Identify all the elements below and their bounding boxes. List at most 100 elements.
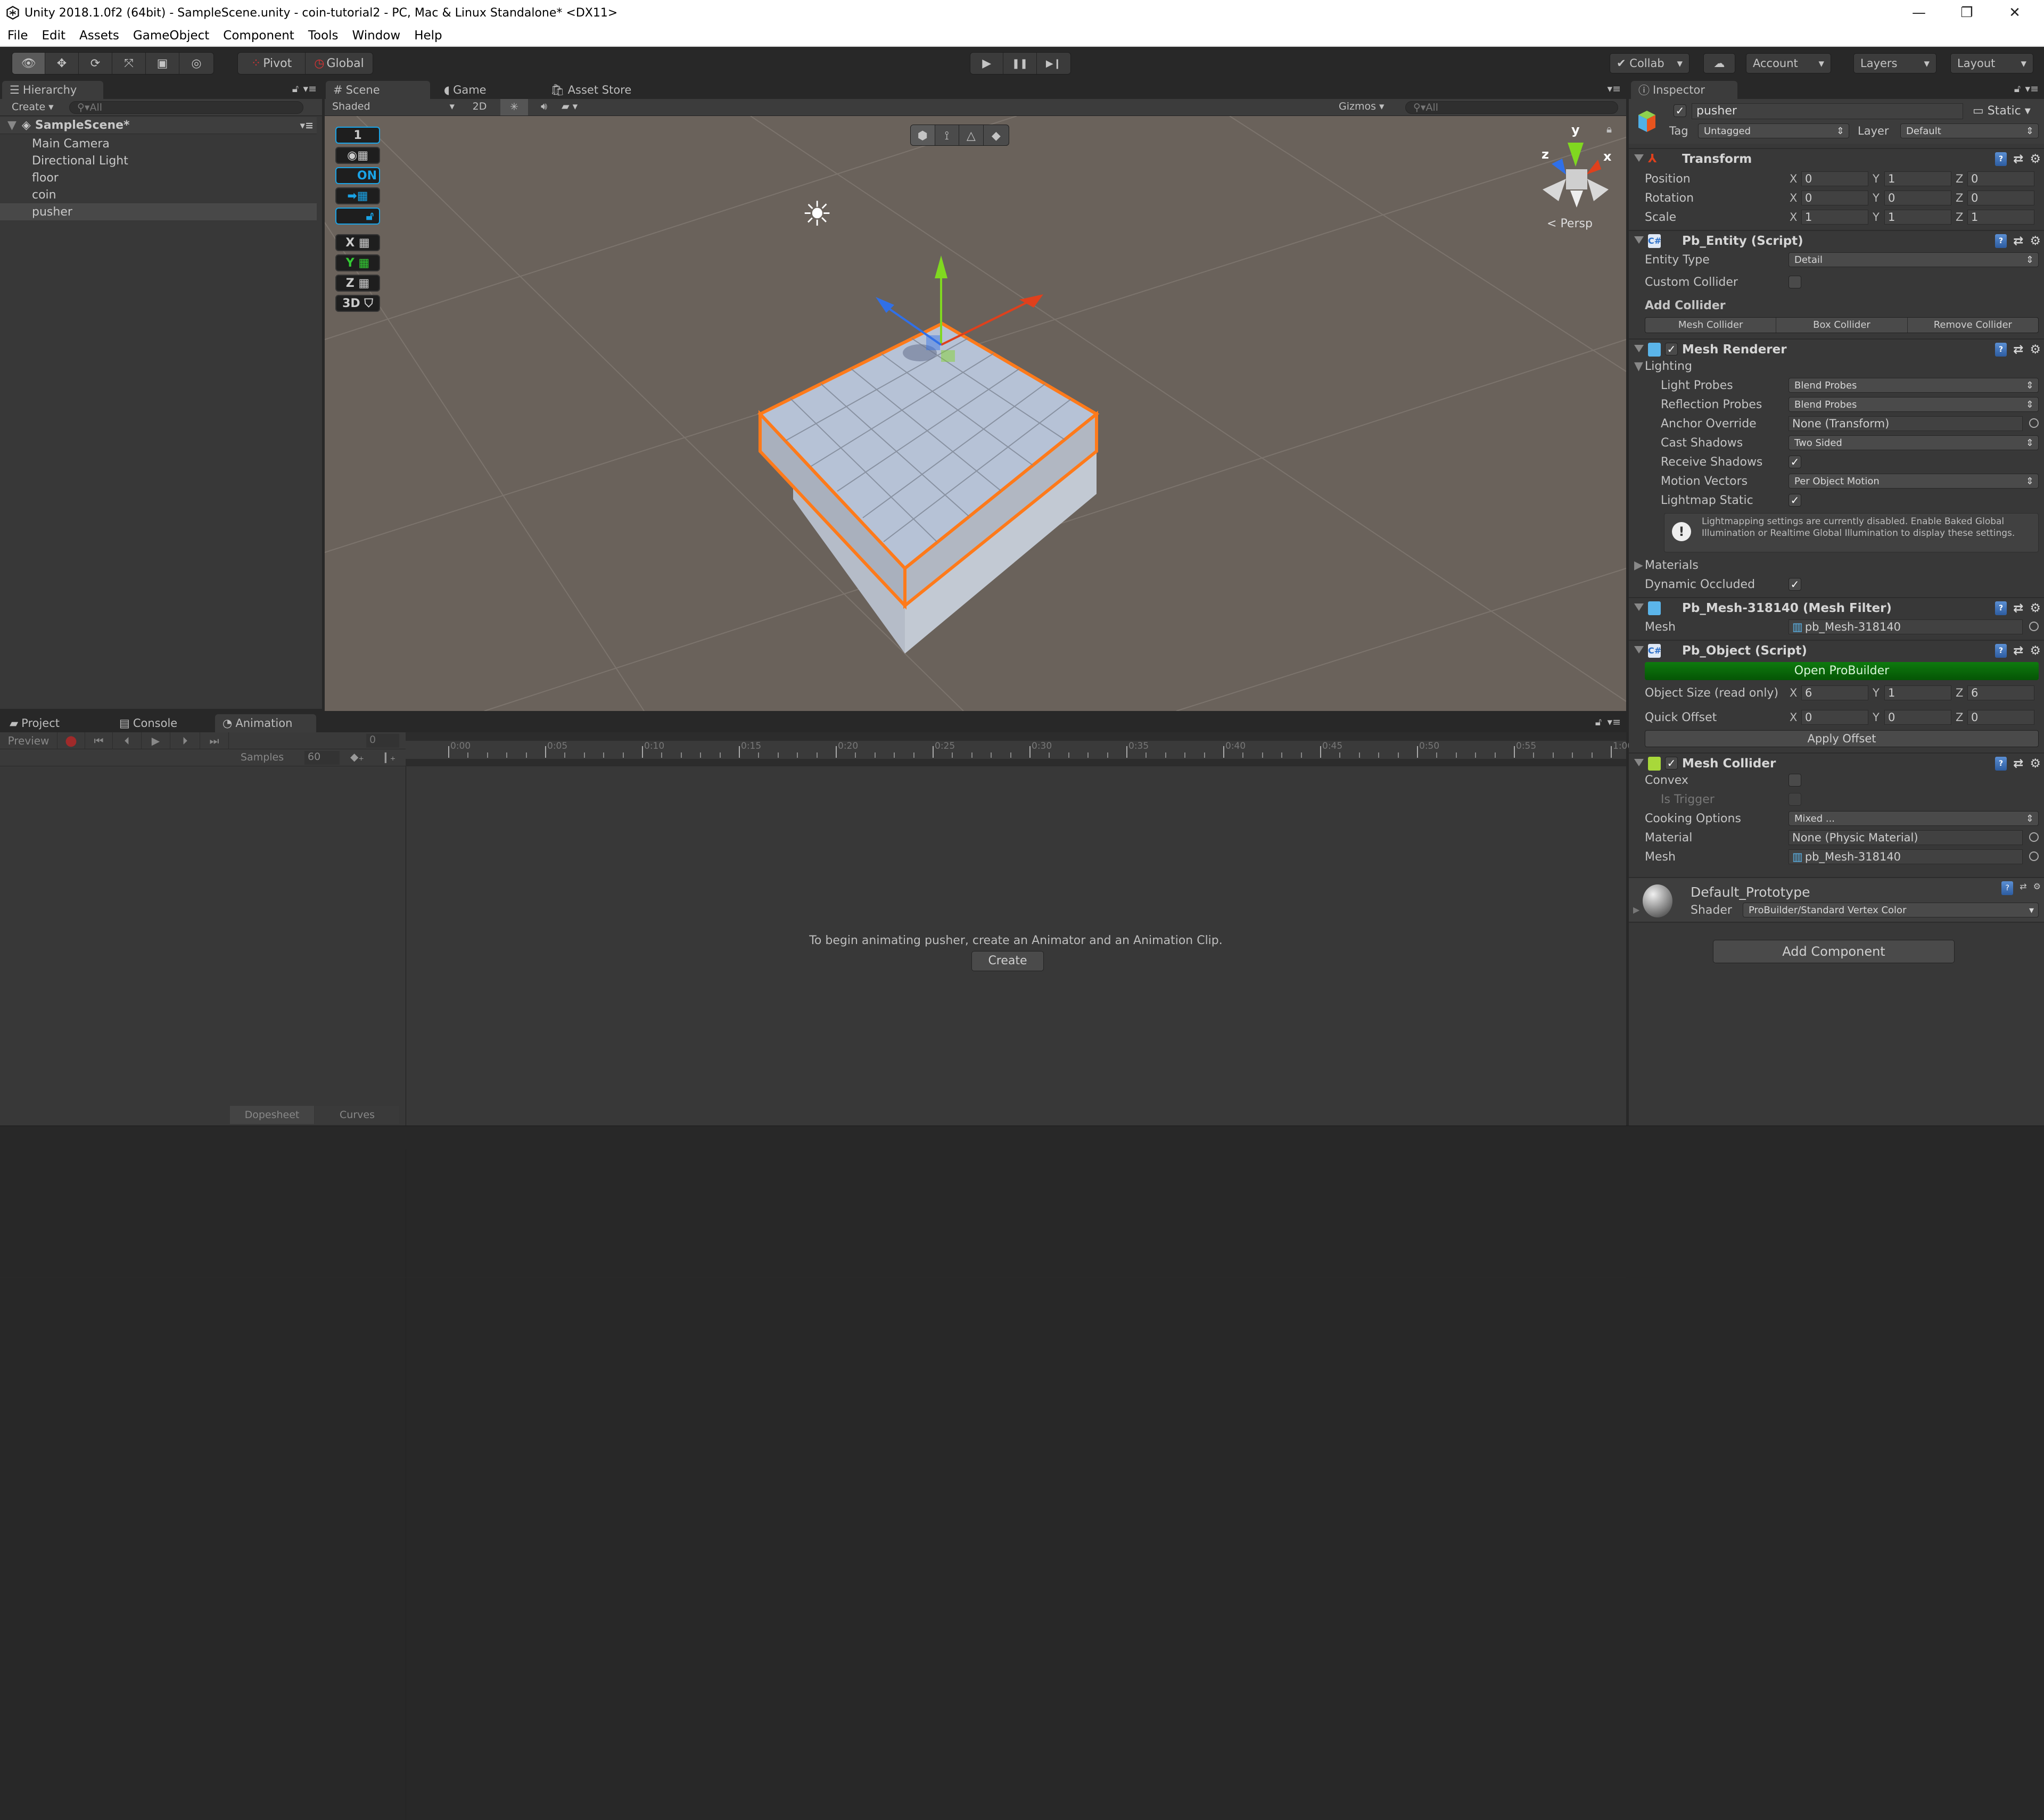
view-tool-button[interactable]: 👁 bbox=[12, 53, 45, 74]
materials-foldout[interactable]: ▶ Materials bbox=[1629, 557, 2044, 575]
lock-icon[interactable]: 🔓︎ bbox=[1595, 716, 1602, 728]
hierarchy-item-main-camera[interactable]: Main Camera bbox=[0, 135, 317, 152]
gear-icon[interactable]: ⚙ bbox=[2030, 757, 2041, 771]
gear-icon[interactable]: ⚙ bbox=[2030, 601, 2041, 615]
help-book-icon[interactable]: ? bbox=[1995, 234, 2007, 248]
help-book-icon[interactable]: ? bbox=[1995, 343, 2007, 357]
add-component-button[interactable]: Add Component bbox=[1713, 940, 1955, 963]
help-book-icon[interactable]: ? bbox=[1995, 601, 2007, 615]
samples-field[interactable]: 60 bbox=[304, 751, 340, 765]
collider-mesh-field[interactable]: ▥ pb_Mesh-318140 bbox=[1789, 849, 2023, 864]
pb-object-header[interactable]: C# Pb_Object (Script) ? ⇄ ⚙ bbox=[1629, 640, 2044, 660]
hierarchy-item-floor[interactable]: floor bbox=[0, 169, 317, 186]
global-toggle[interactable]: ◷ Global bbox=[306, 53, 373, 74]
record-button[interactable]: ● bbox=[57, 732, 85, 749]
box-collider-button[interactable]: Box Collider bbox=[1776, 318, 1908, 333]
quick-offset-y-field[interactable]: 0 bbox=[1884, 710, 1951, 725]
transform-header[interactable]: ⅄ Transform ? ⇄ ⚙ bbox=[1629, 148, 2044, 168]
tab-asset-store[interactable]: 🛍︎ Asset Store bbox=[543, 81, 660, 99]
create-dropdown[interactable]: Create ▾ bbox=[12, 101, 54, 113]
preset-icon[interactable]: ⇄ bbox=[2013, 343, 2023, 357]
object-picker-icon[interactable] bbox=[2029, 832, 2039, 842]
create-animation-button[interactable]: Create bbox=[971, 951, 1044, 971]
foldout-icon[interactable] bbox=[1634, 759, 1644, 766]
scene-viewport[interactable]: 1 ◉▦ ON ➡▦ 🔓︎ X ▦ Y ▦ Z ▦ 3D ⛉ ⬢ ⟟ △ ◆ ☀ bbox=[325, 116, 1626, 711]
receive-shadows-checkbox[interactable]: ✓ bbox=[1789, 456, 1801, 468]
play-button[interactable]: ▶ bbox=[970, 53, 1004, 74]
tab-inspector[interactable]: ⓘ Inspector bbox=[1631, 81, 1737, 99]
menu-help[interactable]: Help bbox=[414, 29, 442, 43]
shading-mode-dropdown[interactable]: Shaded ▾ bbox=[332, 101, 455, 112]
gear-icon[interactable]: ⚙ bbox=[2030, 152, 2041, 166]
lighting-foldout[interactable]: ▼ Lighting bbox=[1629, 358, 2044, 376]
pusher-mesh[interactable] bbox=[325, 116, 1626, 711]
gear-icon[interactable]: ⚙ bbox=[2030, 343, 2041, 357]
panel-menu-icon[interactable]: ▾≡ bbox=[1608, 716, 1621, 728]
cast-shadows-dropdown[interactable]: Two Sided ⇕ bbox=[1789, 435, 2039, 450]
account-dropdown[interactable]: Account ▾ bbox=[1746, 53, 1831, 73]
move-tool-button[interactable]: ✥ bbox=[45, 53, 79, 74]
gear-icon[interactable]: ⚙ bbox=[2033, 881, 2041, 895]
preset-icon[interactable]: ⇄ bbox=[2013, 644, 2023, 658]
scene-search-input[interactable]: ⚲▾ All bbox=[1405, 101, 1618, 114]
curves-tab[interactable]: Curves bbox=[315, 1106, 399, 1124]
object-picker-icon[interactable] bbox=[2029, 418, 2039, 428]
gear-icon[interactable]: ⚙ bbox=[2030, 234, 2041, 248]
collider-material-field[interactable]: None (Physic Material) bbox=[1789, 830, 2023, 845]
pb-entity-header[interactable]: C# Pb_Entity (Script) ? ⇄ ⚙ bbox=[1629, 230, 2044, 250]
2d-toggle[interactable]: 2D bbox=[466, 101, 493, 112]
help-book-icon[interactable]: ? bbox=[1995, 757, 2007, 771]
quick-offset-z-field[interactable]: 0 bbox=[1967, 710, 2034, 725]
foldout-collapsed-icon[interactable]: ▶ bbox=[1633, 905, 1639, 915]
play-animation-button[interactable]: ▶ bbox=[142, 732, 170, 749]
gameobject-active-checkbox[interactable]: ✓ bbox=[1674, 104, 1686, 117]
preset-icon[interactable]: ⇄ bbox=[2020, 881, 2026, 895]
dopesheet-tab[interactable]: Dopesheet bbox=[230, 1106, 314, 1124]
timeline-ruler[interactable]: 0:00 0:05 0:10 0:15 0:20 0:25 0:30 0:35 0:40 0:45… bbox=[406, 741, 1633, 759]
rotation-x-field[interactable]: 0 bbox=[1801, 191, 1868, 205]
rotate-tool-button[interactable]: ⟳ bbox=[79, 53, 112, 74]
lock-icon[interactable]: 🔓︎ bbox=[292, 83, 299, 95]
foldout-arrow-icon[interactable]: ▼ bbox=[7, 119, 17, 132]
layer-dropdown[interactable]: Default ⇕ bbox=[1900, 123, 2039, 138]
help-book-icon[interactable]: ? bbox=[2001, 881, 2014, 895]
tab-scene[interactable]: # Scene bbox=[326, 81, 430, 99]
menu-tools[interactable]: Tools bbox=[308, 29, 339, 43]
scene-root-row[interactable]: ▼ ◈ SampleScene* ▾≡ bbox=[0, 117, 317, 134]
gameobject-cube-icon[interactable] bbox=[1636, 109, 1658, 136]
layout-dropdown[interactable]: Layout ▾ bbox=[1950, 53, 2033, 73]
mesh-collider-header[interactable]: ✓ Mesh Collider ? ⇄ ⚙ bbox=[1629, 752, 2044, 773]
quick-offset-x-field[interactable]: 0 bbox=[1801, 710, 1868, 725]
collab-dropdown[interactable]: ✔ Collab ▾ bbox=[1610, 53, 1689, 73]
first-frame-button[interactable]: ⏮ bbox=[85, 732, 113, 749]
add-keyframe-button[interactable]: ◆₊ bbox=[350, 750, 364, 763]
audio-toggle[interactable]: 🔊︎ bbox=[533, 101, 555, 112]
scale-z-field[interactable]: 1 bbox=[1967, 210, 2034, 225]
object-picker-icon[interactable] bbox=[2029, 622, 2039, 631]
rect-tool-button[interactable]: ▣ bbox=[146, 53, 179, 74]
position-y-field[interactable]: 1 bbox=[1884, 171, 1951, 186]
mesh-collider-button[interactable]: Mesh Collider bbox=[1645, 318, 1777, 333]
tab-hierarchy[interactable]: ☰ Hierarchy bbox=[2, 81, 103, 99]
next-frame-button[interactable]: ⏵ bbox=[170, 732, 200, 749]
menu-component[interactable]: Component bbox=[223, 29, 294, 43]
lock-icon[interactable]: 🔓︎ bbox=[2014, 83, 2021, 95]
cooking-options-dropdown[interactable]: Mixed ... ⇕ bbox=[1789, 811, 2039, 826]
help-book-icon[interactable]: ? bbox=[1995, 152, 2007, 166]
foldout-icon[interactable] bbox=[1634, 603, 1644, 611]
preset-icon[interactable]: ⇄ bbox=[2013, 152, 2023, 166]
mesh-renderer-enabled-checkbox[interactable]: ✓ bbox=[1665, 343, 1678, 355]
reflection-probes-dropdown[interactable]: Blend Probes ⇕ bbox=[1789, 397, 2039, 412]
step-button[interactable]: ▶❙ bbox=[1037, 53, 1070, 74]
scene-menu-icon[interactable]: ▾≡ bbox=[300, 120, 314, 131]
tab-console[interactable]: ▤ Console bbox=[112, 714, 213, 732]
dynamic-occluded-checkbox[interactable]: ✓ bbox=[1789, 578, 1801, 591]
convex-checkbox[interactable] bbox=[1789, 774, 1801, 787]
tag-dropdown[interactable]: Untagged ⇕ bbox=[1698, 123, 1849, 138]
rotation-z-field[interactable]: 0 bbox=[1967, 191, 2034, 205]
gizmos-dropdown[interactable]: Gizmos ▾ bbox=[1339, 101, 1392, 112]
light-probes-dropdown[interactable]: Blend Probes ⇕ bbox=[1789, 378, 2039, 393]
hierarchy-item-pusher[interactable]: pusher bbox=[0, 203, 317, 220]
layers-dropdown[interactable]: Layers ▾ bbox=[1853, 53, 1936, 73]
hierarchy-item-directional-light[interactable]: Directional Light bbox=[0, 152, 317, 169]
